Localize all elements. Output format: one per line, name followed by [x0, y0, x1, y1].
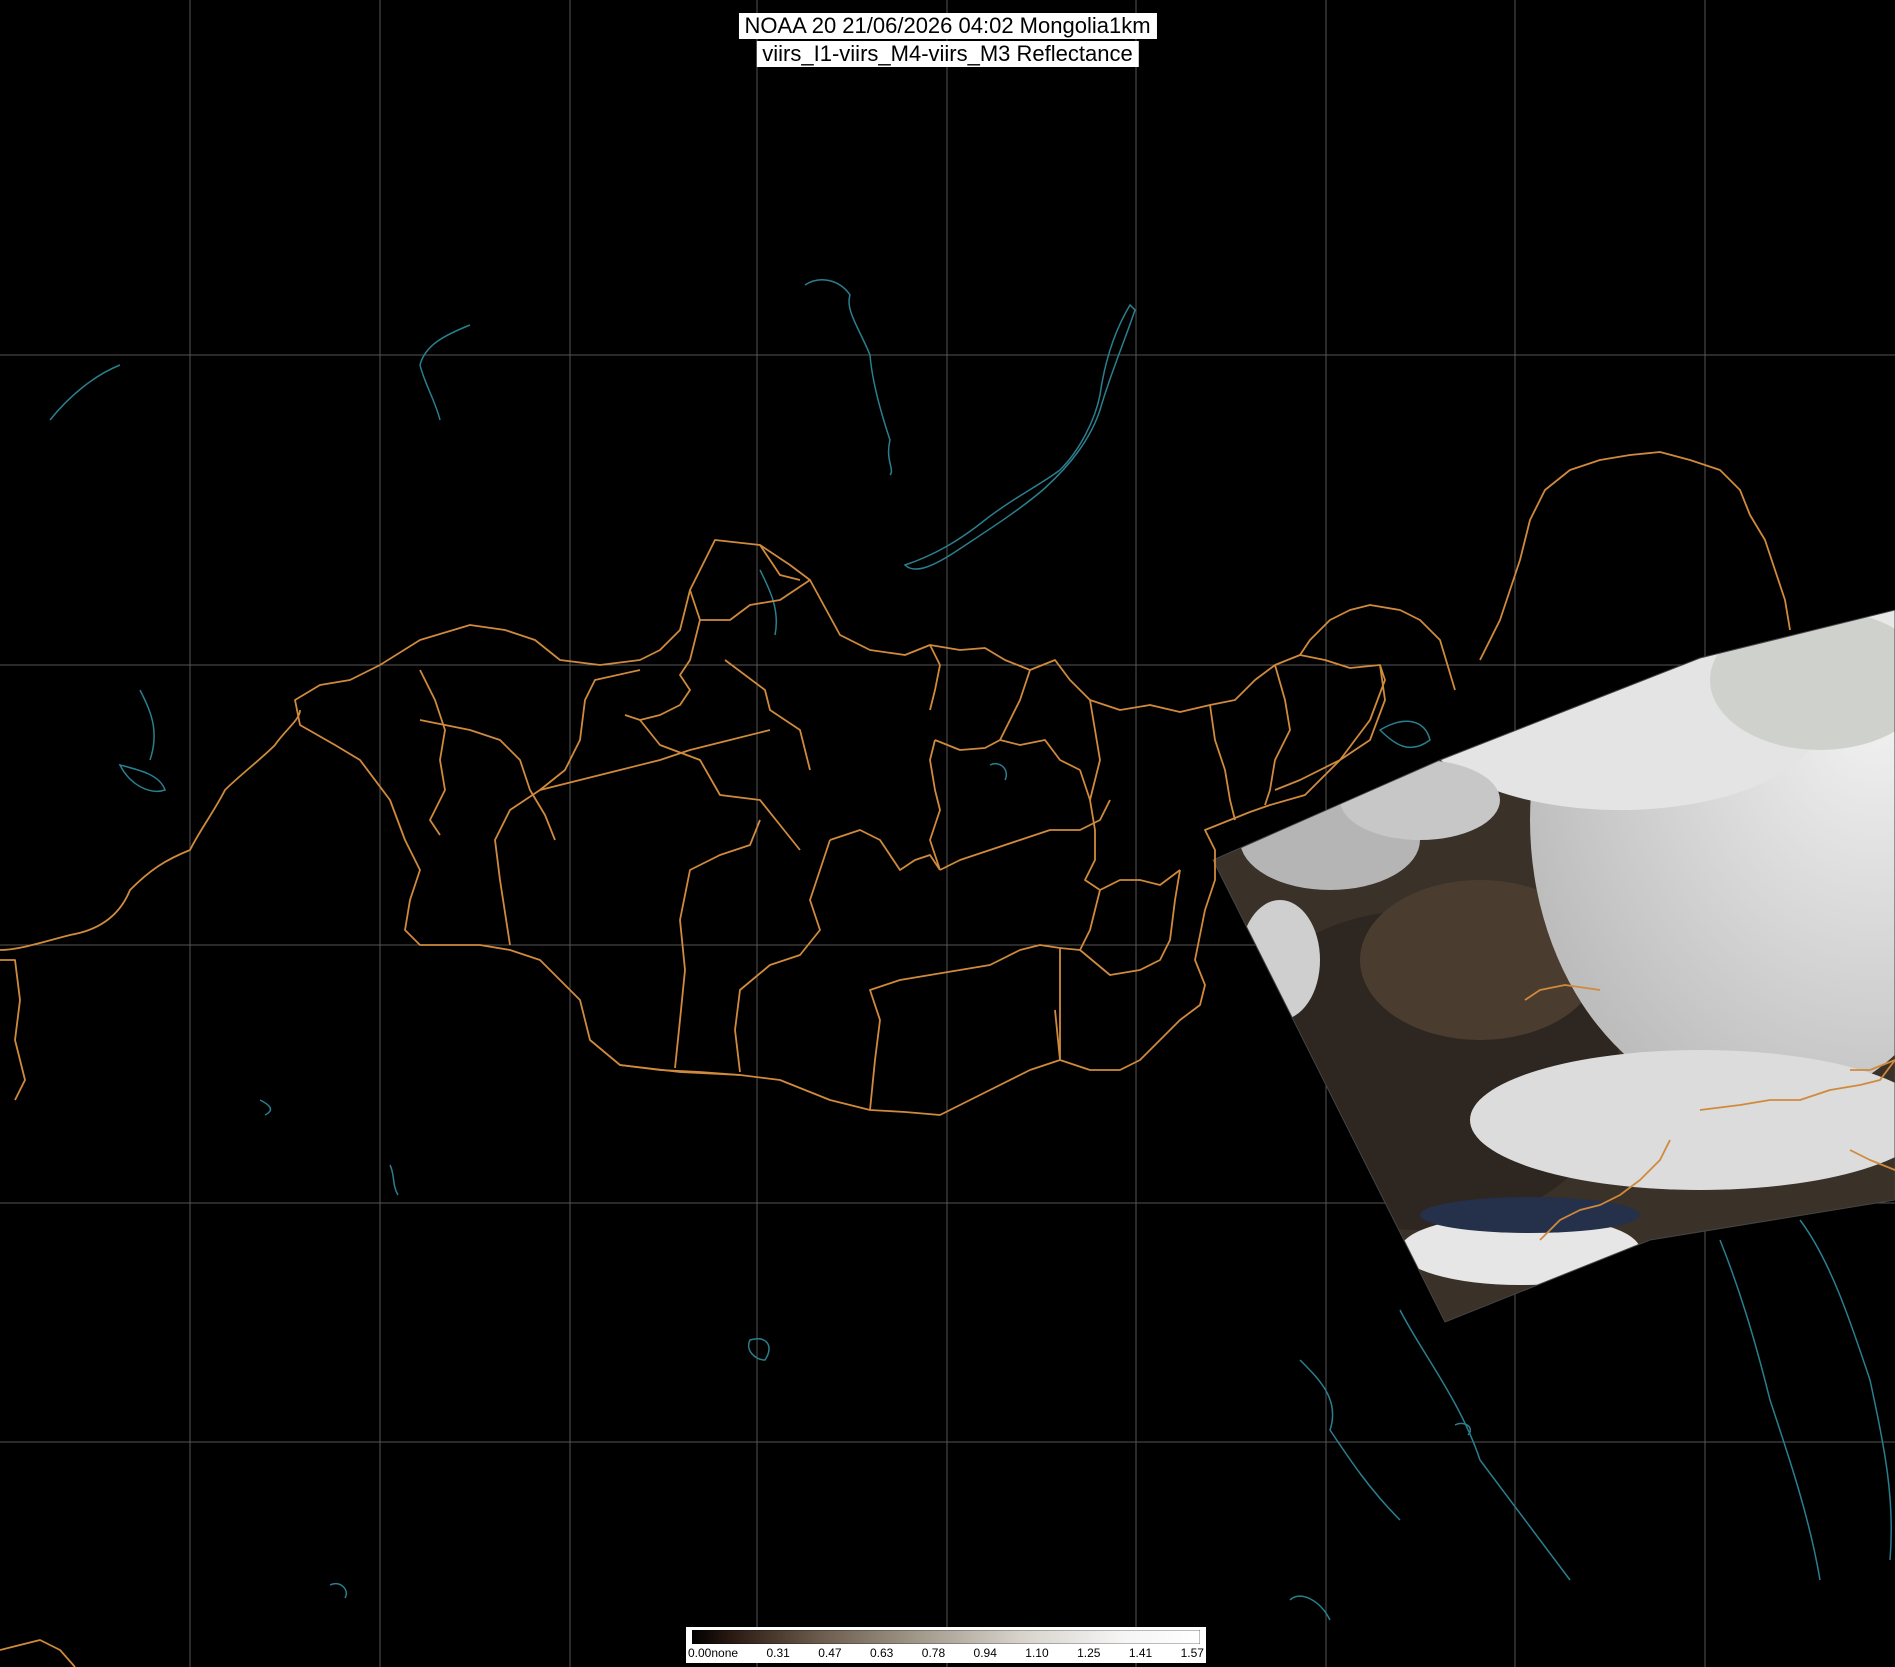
- map-title-line-2: viirs_I1-viirs_M4-viirs_M3 Reflectance: [756, 41, 1139, 67]
- colorbar-tick: 1.10: [1025, 1646, 1049, 1660]
- colorbar-tick: 0.94: [973, 1646, 997, 1660]
- colorbar-tick: 0.47: [818, 1646, 842, 1660]
- colorbar-legend: 0.00none 0.31 0.47 0.63 0.78 0.94 1.10 1…: [686, 1627, 1206, 1663]
- colorbar-tick-labels: 0.00none 0.31 0.47 0.63 0.78 0.94 1.10 1…: [688, 1646, 1204, 1660]
- colorbar-gradient: [692, 1630, 1200, 1644]
- colorbar-tick: 1.41: [1128, 1646, 1153, 1660]
- colorbar-tick: 0.63: [870, 1646, 894, 1660]
- colorbar-tick: 0.00none: [688, 1646, 739, 1660]
- map-canvas: [0, 0, 1895, 1667]
- colorbar-tick: 0.78: [921, 1646, 946, 1660]
- satellite-swath: [1213, 610, 1895, 1322]
- colorbar-tick: 0.31: [766, 1646, 790, 1660]
- colorbar-tick: 1.57: [1180, 1646, 1204, 1660]
- colorbar-tick: 1.25: [1077, 1646, 1101, 1660]
- map-title-line-1: NOAA 20 21/06/2026 04:02 Mongolia1km: [738, 13, 1157, 39]
